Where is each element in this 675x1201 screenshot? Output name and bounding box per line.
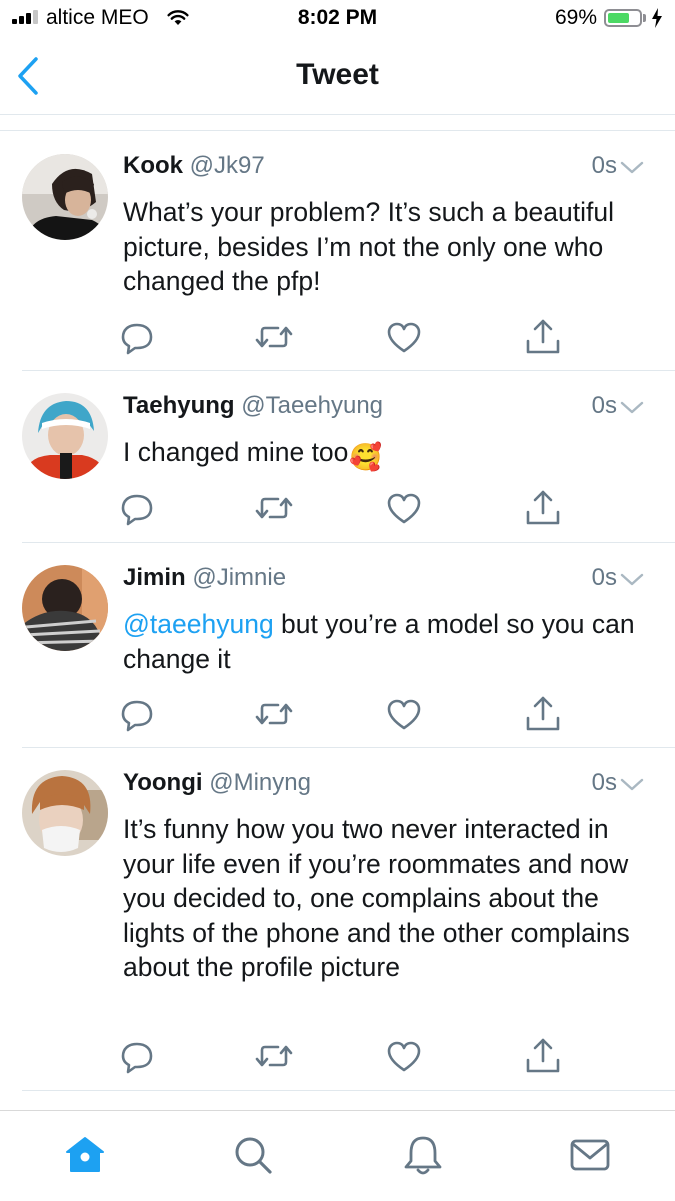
avatar[interactable]: [22, 154, 108, 240]
user-handle[interactable]: @Jk97: [190, 152, 265, 179]
timestamp: 0s: [591, 564, 617, 591]
like-icon[interactable]: [384, 1036, 424, 1076]
tweet-text-content: I changed mine too: [123, 437, 349, 467]
user-handle[interactable]: @Minyng: [209, 769, 311, 796]
user-name[interactable]: Kook: [123, 152, 183, 179]
tweet[interactable]: Jimin @Jimnie 0s @taeehyung but you’re a…: [0, 543, 675, 748]
avatar[interactable]: [22, 770, 108, 856]
battery-icon: [604, 9, 642, 27]
retweet-icon[interactable]: [254, 694, 294, 734]
tweet-actions: [0, 317, 675, 357]
tweet-text: I changed mine too🥰: [123, 435, 653, 475]
share-icon[interactable]: [523, 694, 563, 734]
navigation-bar: Tweet: [0, 40, 675, 115]
user-name[interactable]: Yoongi: [123, 769, 203, 796]
notifications-icon[interactable]: [401, 1133, 445, 1177]
timestamp: 0s: [591, 392, 617, 419]
retweet-icon[interactable]: [254, 317, 294, 357]
page-title: Tweet: [296, 58, 379, 91]
avatar[interactable]: [22, 565, 108, 651]
tweet-text: It’s funny how you two never interacted …: [123, 814, 630, 982]
tweet[interactable]: Taehyung @Taeehyung 0s I changed mine to…: [0, 371, 675, 543]
reply-icon[interactable]: [117, 488, 157, 528]
tweet-text: @taeehyung but you’re a model so you can…: [123, 607, 653, 676]
reply-icon[interactable]: [117, 1036, 157, 1076]
timestamp: 0s: [591, 152, 617, 179]
divider: [22, 1090, 675, 1091]
chevron-down-icon[interactable]: [619, 398, 645, 418]
chevron-down-icon[interactable]: [619, 570, 645, 590]
user-handle[interactable]: @Jimnie: [192, 564, 286, 591]
messages-icon[interactable]: [568, 1133, 612, 1177]
smiling-face-with-hearts-emoji: 🥰: [349, 442, 383, 472]
like-icon[interactable]: [384, 694, 424, 734]
home-icon[interactable]: [63, 1133, 107, 1177]
user-name[interactable]: Taehyung: [123, 392, 235, 419]
tweet[interactable]: Kook @Jk97 0s What’s your problem? It’s …: [0, 131, 675, 371]
tweet[interactable]: Yoongi @Minyng 0s It’s funny how you two…: [0, 748, 675, 1091]
search-icon[interactable]: [231, 1133, 275, 1177]
timestamp: 0s: [591, 769, 617, 796]
tweet-actions: [0, 1036, 675, 1076]
retweet-icon[interactable]: [254, 1036, 294, 1076]
tweet-text: What’s your problem? It’s such a beautif…: [123, 197, 615, 296]
status-bar: altice MEO 8:02 PM 69%: [0, 0, 675, 40]
like-icon[interactable]: [384, 317, 424, 357]
retweet-icon[interactable]: [254, 488, 294, 528]
share-icon[interactable]: [523, 1036, 563, 1076]
like-icon[interactable]: [384, 488, 424, 528]
mention-link[interactable]: @taeehyung: [123, 609, 274, 639]
tweet-actions: [0, 694, 675, 734]
user-name[interactable]: Jimin: [123, 564, 186, 591]
tab-bar: [0, 1110, 675, 1201]
reply-icon[interactable]: [117, 694, 157, 734]
chevron-down-icon[interactable]: [619, 158, 645, 178]
avatar[interactable]: [22, 393, 108, 479]
tweet-actions: [0, 488, 675, 528]
charging-bolt-icon: [651, 8, 663, 33]
battery-cap: [643, 14, 646, 22]
battery-percentage: 69%: [554, 6, 597, 29]
share-icon[interactable]: [523, 488, 563, 528]
reply-icon[interactable]: [117, 317, 157, 357]
chevron-down-icon[interactable]: [619, 775, 645, 795]
share-icon[interactable]: [523, 317, 563, 357]
user-handle[interactable]: @Taeehyung: [241, 392, 383, 419]
